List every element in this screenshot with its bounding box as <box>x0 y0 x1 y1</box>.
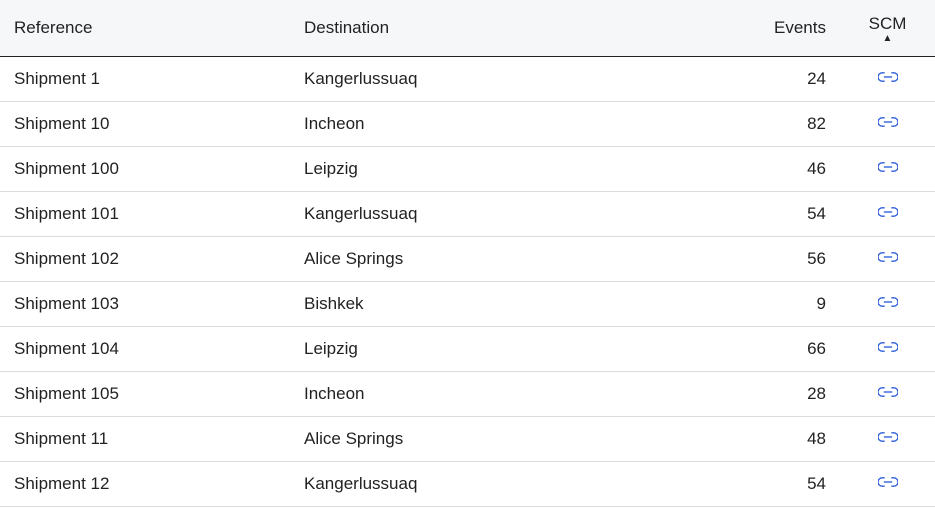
link-icon[interactable] <box>878 250 898 264</box>
cell-destination: Kangerlussuaq <box>290 192 730 237</box>
cell-reference: Shipment 102 <box>0 237 290 282</box>
link-icon[interactable] <box>878 430 898 444</box>
cell-events: 9 <box>730 282 840 327</box>
link-icon[interactable] <box>878 205 898 219</box>
table-row[interactable]: Shipment 105Incheon28 <box>0 372 935 417</box>
table-row[interactable]: Shipment 10Incheon82 <box>0 102 935 147</box>
table-row[interactable]: Shipment 101Kangerlussuaq54 <box>0 192 935 237</box>
link-icon[interactable] <box>878 70 898 84</box>
cell-reference: Shipment 104 <box>0 327 290 372</box>
col-header-label: Destination <box>304 18 389 37</box>
cell-scm <box>840 327 935 372</box>
link-icon[interactable] <box>878 340 898 354</box>
table-row[interactable]: Shipment 103Bishkek9 <box>0 282 935 327</box>
cell-scm <box>840 462 935 507</box>
cell-scm <box>840 282 935 327</box>
col-header-scm[interactable]: SCM ▲ <box>840 0 935 57</box>
col-header-label: SCM <box>869 14 907 33</box>
cell-events: 66 <box>730 327 840 372</box>
cell-events: 28 <box>730 372 840 417</box>
cell-reference: Shipment 11 <box>0 417 290 462</box>
cell-destination: Bishkek <box>290 282 730 327</box>
link-icon[interactable] <box>878 295 898 309</box>
col-header-events[interactable]: Events <box>730 0 840 57</box>
cell-events: 56 <box>730 237 840 282</box>
cell-scm <box>840 147 935 192</box>
cell-scm <box>840 417 935 462</box>
cell-scm <box>840 102 935 147</box>
cell-destination: Leipzig <box>290 147 730 192</box>
table-row[interactable]: Shipment 104Leipzig66 <box>0 327 935 372</box>
shipments-table: Reference Destination Events SCM ▲ Shipm… <box>0 0 935 508</box>
cell-destination: Leipzig <box>290 327 730 372</box>
cell-events: 24 <box>730 57 840 102</box>
cell-destination: Kangerlussuaq <box>290 462 730 507</box>
table-row[interactable]: Shipment 11Alice Springs48 <box>0 417 935 462</box>
cell-reference: Shipment 103 <box>0 282 290 327</box>
table-row[interactable]: Shipment 102Alice Springs56 <box>0 237 935 282</box>
cell-reference: Shipment 100 <box>0 147 290 192</box>
table-row[interactable]: Shipment 100Leipzig46 <box>0 147 935 192</box>
cell-events: 54 <box>730 462 840 507</box>
col-header-label: Events <box>774 18 826 37</box>
cell-scm <box>840 57 935 102</box>
cell-reference: Shipment 10 <box>0 102 290 147</box>
cell-events: 48 <box>730 417 840 462</box>
link-icon[interactable] <box>878 115 898 129</box>
link-icon[interactable] <box>878 385 898 399</box>
cell-events: 46 <box>730 147 840 192</box>
cell-destination: Incheon <box>290 372 730 417</box>
cell-reference: Shipment 1 <box>0 57 290 102</box>
link-icon[interactable] <box>878 475 898 489</box>
col-header-reference[interactable]: Reference <box>0 0 290 57</box>
table-header-row: Reference Destination Events SCM ▲ <box>0 0 935 57</box>
cell-scm <box>840 372 935 417</box>
cell-reference: Shipment 105 <box>0 372 290 417</box>
sort-asc-icon: ▲ <box>854 36 921 42</box>
cell-destination: Kangerlussuaq <box>290 57 730 102</box>
link-icon[interactable] <box>878 160 898 174</box>
cell-destination: Incheon <box>290 102 730 147</box>
cell-events: 82 <box>730 102 840 147</box>
cell-scm <box>840 192 935 237</box>
cell-destination: Alice Springs <box>290 237 730 282</box>
cell-destination: Alice Springs <box>290 417 730 462</box>
col-header-label: Reference <box>14 18 92 37</box>
cell-reference: Shipment 101 <box>0 192 290 237</box>
cell-scm <box>840 237 935 282</box>
table-row[interactable]: Shipment 12Kangerlussuaq54 <box>0 462 935 507</box>
col-header-destination[interactable]: Destination <box>290 0 730 57</box>
cell-events: 54 <box>730 192 840 237</box>
cell-reference: Shipment 12 <box>0 462 290 507</box>
table-row[interactable]: Shipment 1Kangerlussuaq24 <box>0 57 935 102</box>
